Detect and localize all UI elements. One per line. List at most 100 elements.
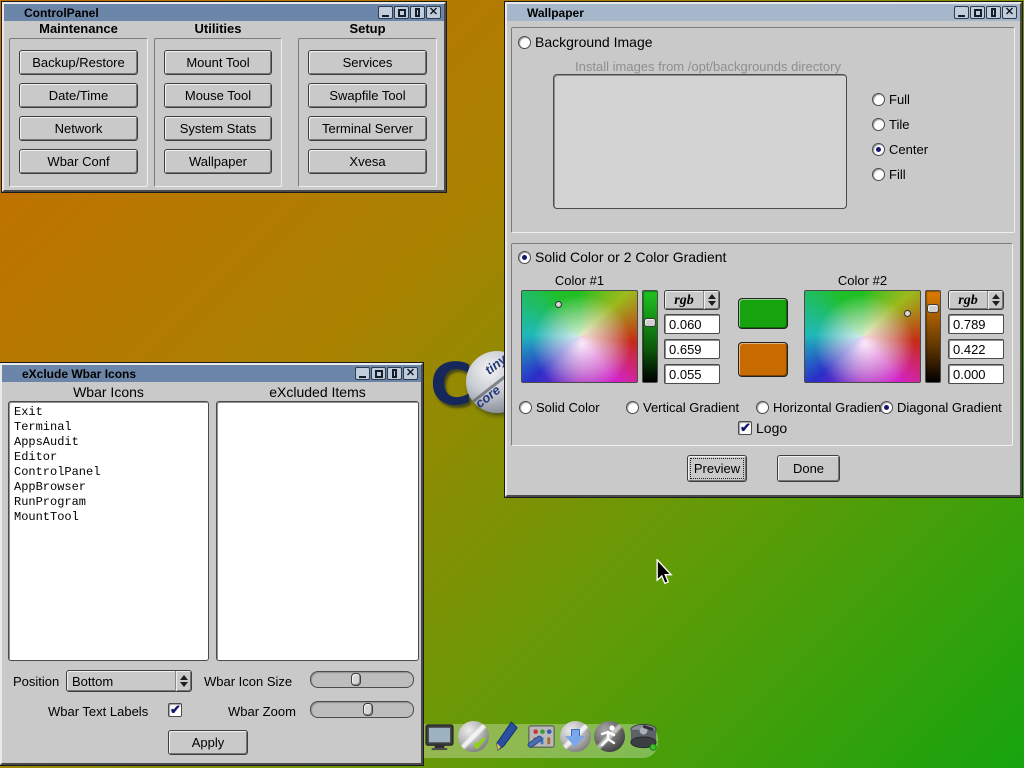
list-item[interactable]: MountTool: [14, 510, 203, 525]
preview-button[interactable]: Preview: [687, 455, 747, 482]
color2-mode-choice[interactable]: rgb: [948, 290, 1004, 310]
color2-swatch[interactable]: [738, 342, 788, 377]
position-choice[interactable]: Bottom: [66, 670, 192, 692]
excluded-items-list[interactable]: [216, 401, 419, 661]
color2-g-field[interactable]: [948, 339, 1004, 359]
close-button[interactable]: ✕: [426, 6, 441, 19]
terminal-icon[interactable]: [424, 721, 455, 752]
wallpaper-button[interactable]: Wallpaper: [164, 149, 272, 174]
maximize-icon: [398, 9, 406, 17]
color1-hue-square[interactable]: [521, 290, 638, 383]
slider-handle[interactable]: [351, 673, 361, 686]
list-item[interactable]: ControlPanel: [14, 465, 203, 480]
mode-full-radio[interactable]: Full: [872, 92, 910, 107]
color2-hue-square[interactable]: [804, 290, 921, 383]
close-button[interactable]: ✕: [403, 367, 418, 380]
apply-button[interactable]: Apply: [168, 730, 248, 755]
color1-g-field[interactable]: [664, 339, 720, 359]
list-item[interactable]: Terminal: [14, 420, 203, 435]
backup-restore-button[interactable]: Backup/Restore: [19, 50, 138, 75]
network-button[interactable]: Network: [19, 116, 138, 141]
terminal-server-button[interactable]: Terminal Server: [308, 116, 427, 141]
maximize-button[interactable]: [394, 6, 409, 19]
wbar-zoom-slider[interactable]: [310, 701, 414, 718]
list-item[interactable]: Editor: [14, 450, 203, 465]
app-browser-icon[interactable]: [560, 721, 591, 752]
slider-handle[interactable]: [644, 318, 656, 327]
color1-value-slider[interactable]: [642, 290, 658, 383]
exclude-titlebar[interactable]: eXclude Wbar Icons ✕: [2, 365, 421, 382]
color1-r-field[interactable]: [664, 314, 720, 334]
background-image-radio[interactable]: Background Image: [518, 34, 653, 50]
mount-tool-button[interactable]: Mount Tool: [164, 50, 272, 75]
background-image-list[interactable]: [553, 74, 847, 209]
mount-tool-icon[interactable]: [628, 721, 659, 752]
wallpaper-window: Wallpaper ✕ Background Image Install ima…: [505, 2, 1022, 497]
shade-icon: [392, 369, 397, 378]
color2-r-field[interactable]: [948, 314, 1004, 334]
wallpaper-titlebar[interactable]: Wallpaper ✕: [507, 4, 1020, 21]
style-horizontal-radio[interactable]: Horizontal Gradient: [756, 400, 885, 415]
color1-b-field[interactable]: [664, 364, 720, 384]
wbar-conf-button[interactable]: Wbar Conf: [19, 149, 138, 174]
mouse-tool-button[interactable]: Mouse Tool: [164, 83, 272, 108]
list-item[interactable]: Exit: [14, 405, 203, 420]
shade-button[interactable]: [410, 6, 425, 19]
updown-arrows-icon: [175, 671, 191, 691]
radio-icon: [872, 118, 885, 131]
maximize-button[interactable]: [371, 367, 386, 380]
wbar-icons-list[interactable]: Exit Terminal AppsAudit Editor ControlPa…: [8, 401, 209, 661]
swapfile-tool-button[interactable]: Swapfile Tool: [308, 83, 427, 108]
solid-or-gradient-radio[interactable]: Solid Color or 2 Color Gradient: [518, 249, 726, 265]
close-icon: ✕: [429, 8, 438, 17]
updown-arrows-icon: [987, 291, 1003, 309]
style-solid-radio[interactable]: Solid Color: [519, 400, 600, 415]
install-images-hint: Install images from /opt/backgrounds dir…: [548, 59, 868, 74]
radio-selected-icon: [518, 251, 531, 264]
wbar-text-labels-checkbox[interactable]: [168, 703, 182, 717]
color1-swatch[interactable]: [738, 298, 788, 329]
minimize-icon: [382, 15, 389, 17]
close-button[interactable]: ✕: [1002, 6, 1017, 19]
minimize-button[interactable]: [378, 6, 393, 19]
minimize-button[interactable]: [954, 6, 969, 19]
control-panel-icon[interactable]: [526, 721, 557, 752]
color1-mode-choice[interactable]: rgb: [664, 290, 720, 310]
minimize-button[interactable]: [355, 367, 370, 380]
style-vertical-radio[interactable]: Vertical Gradient: [626, 400, 739, 415]
wbar-icon-size-label: Wbar Icon Size: [204, 674, 292, 689]
shade-button[interactable]: [986, 6, 1001, 19]
services-button[interactable]: Services: [308, 50, 427, 75]
list-item[interactable]: AppsAudit: [14, 435, 203, 450]
system-stats-button[interactable]: System Stats: [164, 116, 272, 141]
logo-checkbox[interactable]: Logo: [738, 420, 787, 436]
slider-handle[interactable]: [927, 304, 939, 313]
color2-b-field[interactable]: [948, 364, 1004, 384]
exclude-window-title: eXclude Wbar Icons: [22, 367, 354, 381]
editor-icon[interactable]: [492, 721, 523, 752]
list-item[interactable]: AppBrowser: [14, 480, 203, 495]
slider-handle[interactable]: [363, 703, 373, 716]
apps-audit-icon[interactable]: ✔: [458, 721, 489, 752]
color1-marker[interactable]: [555, 301, 562, 308]
color1-label: Color #1: [521, 273, 638, 288]
xvesa-button[interactable]: Xvesa: [308, 149, 427, 174]
done-button[interactable]: Done: [777, 455, 840, 482]
color2-marker[interactable]: [904, 310, 911, 317]
maximize-button[interactable]: [970, 6, 985, 19]
color2-value-slider[interactable]: [925, 290, 941, 383]
radio-icon: [518, 36, 531, 49]
list-item[interactable]: RunProgram: [14, 495, 203, 510]
date-time-button[interactable]: Date/Time: [19, 83, 138, 108]
utilities-header: Utilities: [154, 21, 282, 36]
style-diagonal-radio[interactable]: Diagonal Gradient: [880, 400, 1002, 415]
mode-center-radio[interactable]: Center: [872, 142, 928, 157]
mode-tile-radio[interactable]: Tile: [872, 117, 909, 132]
wbar-icon-size-slider[interactable]: [310, 671, 414, 688]
mode-fill-radio[interactable]: Fill: [872, 167, 906, 182]
mode-tile-label: Tile: [889, 117, 909, 132]
run-program-icon[interactable]: [594, 721, 625, 752]
shade-button[interactable]: [387, 367, 402, 380]
control-panel-titlebar[interactable]: ControlPanel ✕: [4, 4, 444, 21]
style-horizontal-label: Horizontal Gradient: [773, 400, 885, 415]
